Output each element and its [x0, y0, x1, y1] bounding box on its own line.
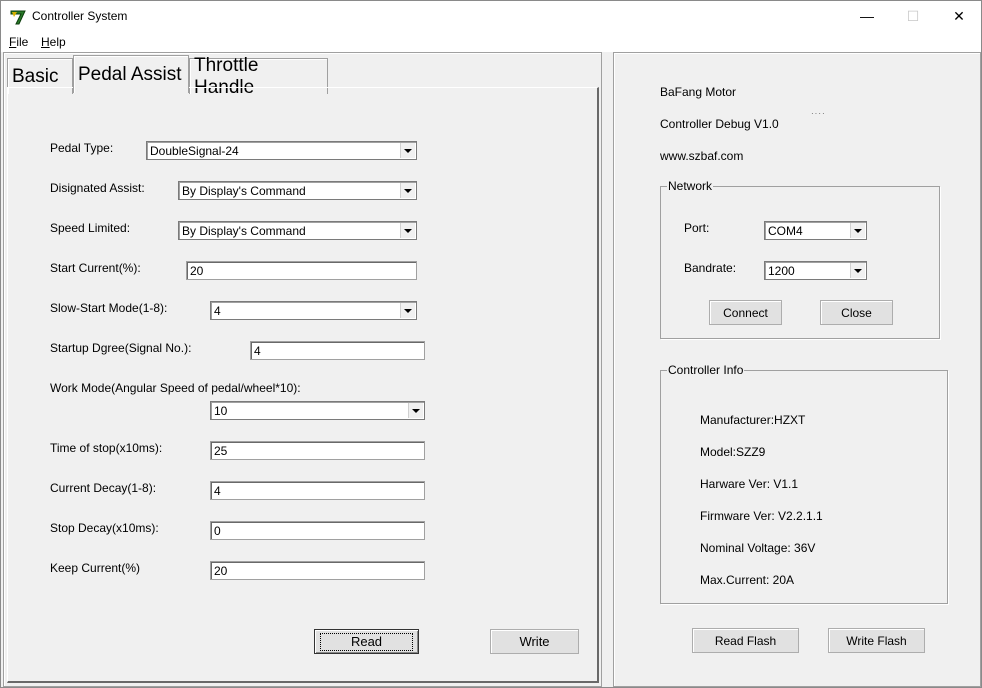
menu-help-accel: H: [41, 35, 50, 49]
brand-text: BaFang Motor: [660, 85, 737, 99]
time-of-stop-label: Time of stop(x10ms):: [50, 441, 163, 455]
controller-info-title: Controller Info: [667, 363, 745, 377]
pedal-type-select[interactable]: DoubleSignal-24: [146, 141, 417, 160]
start-current-input[interactable]: 20: [186, 261, 417, 280]
stop-decay-value: 0: [214, 524, 221, 538]
port-label: Port:: [684, 221, 710, 235]
write-flash-button-label: Write Flash: [846, 633, 907, 648]
baudrate-label: Bandrate:: [684, 261, 737, 275]
tab-basic-label: Basic: [12, 65, 59, 87]
chevron-down-icon[interactable]: [400, 303, 415, 318]
designated-assist-value: By Display's Command: [182, 184, 306, 198]
write-button[interactable]: Write: [490, 629, 579, 654]
close-port-button[interactable]: Close: [820, 300, 893, 325]
work-mode-value: 10: [214, 404, 228, 418]
manufacturer-text: Manufacturer:HZXT: [700, 413, 806, 427]
designated-assist-label: Disignated Assist:: [50, 181, 145, 195]
baudrate-value: 1200: [768, 264, 795, 278]
chevron-down-icon[interactable]: [400, 183, 415, 198]
nominal-voltage-text: Nominal Voltage: 36V: [700, 541, 816, 555]
decorative-dots: ····: [811, 109, 826, 118]
startup-degree-input[interactable]: 4: [250, 341, 425, 360]
baudrate-select[interactable]: 1200: [764, 261, 867, 280]
port-select[interactable]: COM4: [764, 221, 867, 240]
menu-bar: File Help: [1, 32, 981, 52]
window-title: Controller System: [32, 9, 128, 23]
firmware-version-text: Firmware Ver: V2.2.1.1: [700, 509, 823, 523]
menu-file-label: ile: [16, 35, 29, 49]
chevron-down-icon[interactable]: [408, 403, 423, 418]
app-logo-icon: [9, 8, 27, 26]
version-text: Controller Debug V1.0: [660, 117, 779, 131]
speed-limited-select[interactable]: By Display's Command: [178, 221, 417, 240]
minimize-button[interactable]: —: [844, 1, 890, 31]
tab-pedal-assist-label: Pedal Assist: [78, 63, 182, 85]
time-of-stop-value: 25: [214, 444, 228, 458]
chevron-down-icon[interactable]: [850, 223, 865, 238]
keep-current-value: 20: [214, 564, 228, 578]
time-of-stop-input[interactable]: 25: [210, 441, 425, 460]
current-decay-input[interactable]: 4: [210, 481, 425, 500]
pedal-type-value: DoubleSignal-24: [150, 144, 239, 158]
startup-degree-label: Startup Dgree(Signal No.):: [50, 341, 192, 355]
close-window-button[interactable]: ✕: [936, 1, 982, 31]
keep-current-label: Keep Current(%): [50, 561, 141, 575]
slow-start-label: Slow-Start Mode(1-8):: [50, 301, 168, 315]
read-button-label: Read: [319, 632, 414, 651]
hardware-version-text: Harware Ver: V1.1: [700, 477, 799, 491]
start-current-value: 20: [190, 264, 204, 278]
connect-button-label: Connect: [723, 305, 768, 320]
max-current-text: Max.Current: 20A: [700, 573, 795, 587]
slow-start-select[interactable]: 4: [210, 301, 417, 320]
read-flash-button-label: Read Flash: [714, 633, 777, 648]
menu-help-label: elp: [49, 35, 66, 49]
connect-button[interactable]: Connect: [709, 300, 782, 325]
network-group-title: Network: [667, 179, 714, 193]
menu-help[interactable]: Help: [41, 35, 66, 49]
startup-degree-value: 4: [254, 344, 261, 358]
current-decay-label: Current Decay(1-8):: [50, 481, 157, 495]
slow-start-value: 4: [214, 304, 221, 318]
menu-file[interactable]: File: [9, 35, 28, 49]
pedal-type-label: Pedal Type:: [50, 141, 114, 155]
read-button[interactable]: Read: [314, 629, 419, 654]
speed-limited-label: Speed Limited:: [50, 221, 131, 235]
work-mode-select[interactable]: 10: [210, 401, 425, 420]
port-value: COM4: [768, 224, 803, 238]
maximize-button[interactable]: ☐: [890, 1, 936, 31]
current-decay-value: 4: [214, 484, 221, 498]
app-window: Controller System — ☐ ✕ File Help Basic …: [0, 0, 982, 688]
write-button-label: Write: [519, 634, 550, 649]
title-bar: Controller System — ☐ ✕: [1, 1, 981, 32]
model-text: Model:SZZ9: [700, 445, 766, 459]
speed-limited-value: By Display's Command: [182, 224, 306, 238]
stop-decay-input[interactable]: 0: [210, 521, 425, 540]
chevron-down-icon[interactable]: [400, 143, 415, 158]
read-flash-button[interactable]: Read Flash: [692, 628, 799, 653]
keep-current-input[interactable]: 20: [210, 561, 425, 580]
write-flash-button[interactable]: Write Flash: [828, 628, 925, 653]
chevron-down-icon[interactable]: [850, 263, 865, 278]
stop-decay-label: Stop Decay(x10ms):: [50, 521, 159, 535]
close-port-button-label: Close: [841, 305, 872, 320]
chevron-down-icon[interactable]: [400, 223, 415, 238]
tab-pedal-assist[interactable]: Pedal Assist: [73, 55, 189, 93]
designated-assist-select[interactable]: By Display's Command: [178, 181, 417, 200]
website-text: www.szbaf.com: [660, 149, 744, 163]
work-mode-label: Work Mode(Angular Speed of pedal/wheel*1…: [50, 381, 301, 395]
start-current-label: Start Current(%):: [50, 261, 141, 275]
